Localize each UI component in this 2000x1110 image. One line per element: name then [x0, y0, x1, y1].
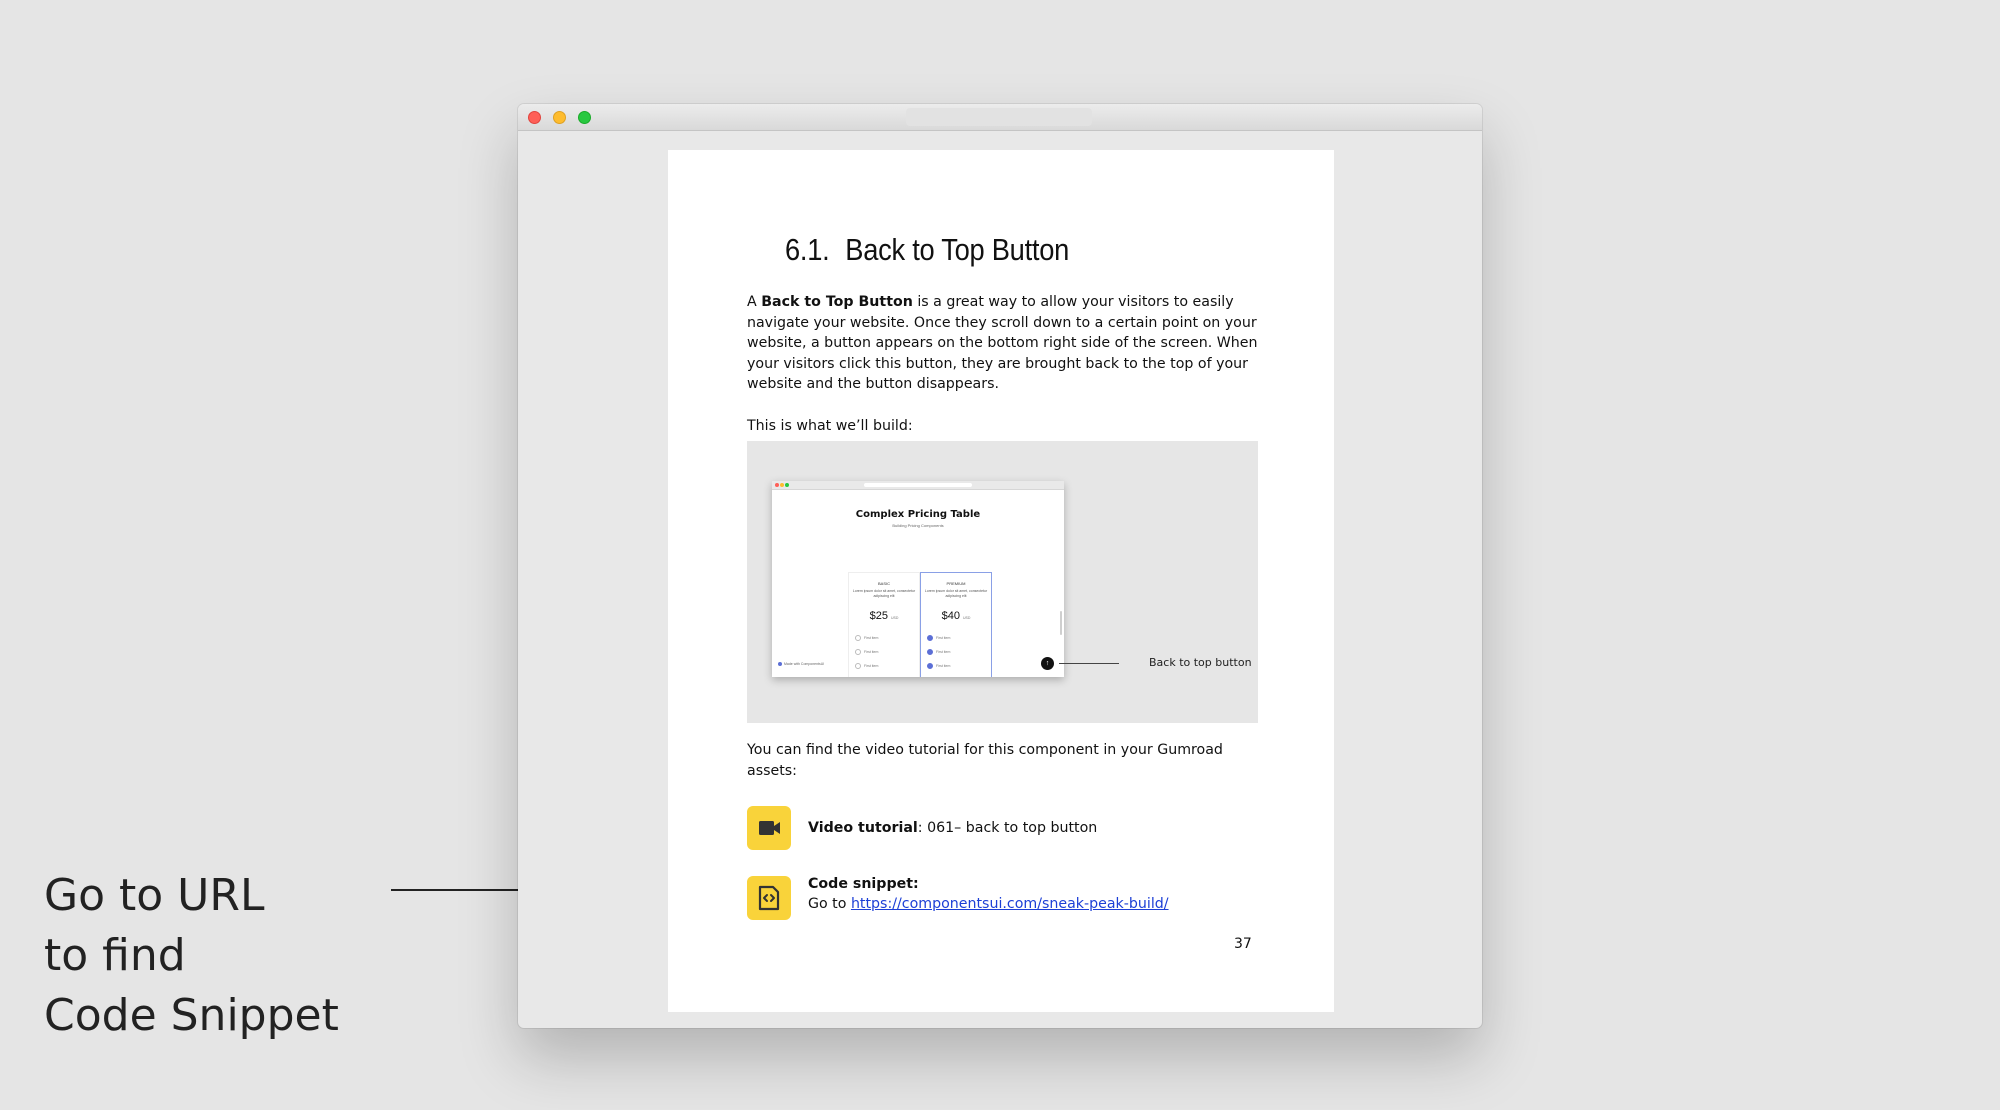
plan-item: First item — [855, 649, 878, 655]
preview-title: Complex Pricing Table — [855, 509, 981, 520]
code-snippet-label: Code snippet: — [808, 874, 919, 895]
plan-name: PREMIUM — [946, 581, 966, 586]
back-to-top-arrow-icon: ↑ — [1041, 657, 1054, 670]
code-file-icon — [747, 876, 791, 920]
plan-item: First item — [855, 635, 878, 641]
plan-price: $40 USD — [921, 610, 991, 622]
preview-figure: Complex Pricing Table Building Pricing C… — [747, 441, 1258, 723]
preview-url-bar — [864, 483, 972, 487]
plan-item-label: First item — [936, 635, 951, 640]
callout-line — [1059, 663, 1119, 664]
window-title-area — [906, 108, 1092, 126]
section-title: Back to Top Button — [845, 232, 1070, 267]
minimize-window-button[interactable] — [553, 111, 566, 124]
code-snippet-prefix: Go to — [808, 896, 851, 912]
annotation-text: Go to URL to find Code Snippet — [44, 866, 339, 1046]
close-window-button[interactable] — [528, 111, 541, 124]
plan-price-value: $40 — [941, 610, 960, 622]
plan-price-unit: USD — [963, 616, 971, 620]
viewer-window: 6.1. Back to Top Button A Back to Top But… — [518, 104, 1482, 1028]
preview-plan-premium: PREMIUM Lorem ipsum dolor sit amet, cons… — [920, 572, 992, 677]
section-heading: 6.1. Back to Top Button — [785, 232, 1069, 268]
preview-subtitle: Building Pricing Components — [892, 523, 944, 528]
annotation-line-3: Code Snippet — [44, 990, 339, 1041]
plan-item-label: First item — [864, 635, 879, 640]
plan-desc: Lorem ipsum dolor sit amet, consectetur … — [924, 589, 988, 598]
build-label: This is what we’ll build: — [747, 418, 913, 434]
plan-price: $25 USD — [849, 610, 919, 622]
page-number: 37 — [1234, 936, 1252, 952]
code-snippet-line: Go to https://componentsui.com/sneak-pea… — [808, 894, 1169, 915]
video-camera-icon — [747, 806, 791, 850]
preview-browser-bar — [772, 481, 1064, 490]
preview-dot-green — [785, 483, 789, 487]
annotation-line-2: to find — [44, 930, 186, 981]
plan-desc: Lorem ipsum dolor sit amet, consectetur … — [852, 589, 916, 598]
preview-plan-basic: BASIC Lorem ipsum dolor sit amet, consec… — [848, 572, 920, 677]
intro-prefix: A — [747, 294, 762, 310]
video-tutorial-text: Video tutorial: 061– back to top button — [808, 818, 1097, 839]
intro-paragraph: A Back to Top Button is a great way to a… — [747, 292, 1267, 395]
window-titlebar[interactable] — [518, 104, 1482, 131]
plan-item: First item — [927, 649, 950, 655]
plan-item-label: First item — [936, 663, 951, 668]
plan-price-value: $25 — [869, 610, 888, 622]
find-paragraph: You can find the video tutorial for this… — [747, 742, 1223, 779]
plan-item-label: First item — [864, 649, 879, 654]
code-snippet-label-text: Code snippet: — [808, 876, 919, 892]
code-snippet-link[interactable]: https://componentsui.com/sneak-peak-buil… — [851, 896, 1169, 912]
plan-price-unit: USD — [891, 616, 899, 620]
plan-item: First item — [855, 663, 878, 669]
preview-dot-red — [775, 483, 779, 487]
preview-footer: Made with ComponentsUI — [778, 662, 825, 667]
preview-scrollbar — [1060, 611, 1062, 635]
intro-bold-term: Back to Top Button — [761, 294, 913, 310]
callout-label: Back to top button — [1149, 656, 1252, 669]
zoom-window-button[interactable] — [578, 111, 591, 124]
plan-item: First item — [927, 635, 950, 641]
plan-name: BASIC — [877, 581, 890, 586]
video-tutorial-label: Video tutorial — [808, 820, 918, 836]
video-tutorial-value: : 061– back to top button — [917, 820, 1098, 836]
plan-item: First item — [927, 663, 950, 669]
document-page: 6.1. Back to Top Button A Back to Top But… — [668, 150, 1334, 1012]
plan-item-label: First item — [936, 649, 951, 654]
annotation-line-1: Go to URL — [44, 870, 265, 921]
plan-item-label: First item — [864, 663, 879, 668]
section-number: 6.1. — [785, 232, 830, 267]
preview-browser-window: Complex Pricing Table Building Pricing C… — [772, 481, 1064, 677]
preview-footer-label: Made with ComponentsUI — [784, 662, 825, 666]
preview-dot-yellow — [780, 483, 784, 487]
